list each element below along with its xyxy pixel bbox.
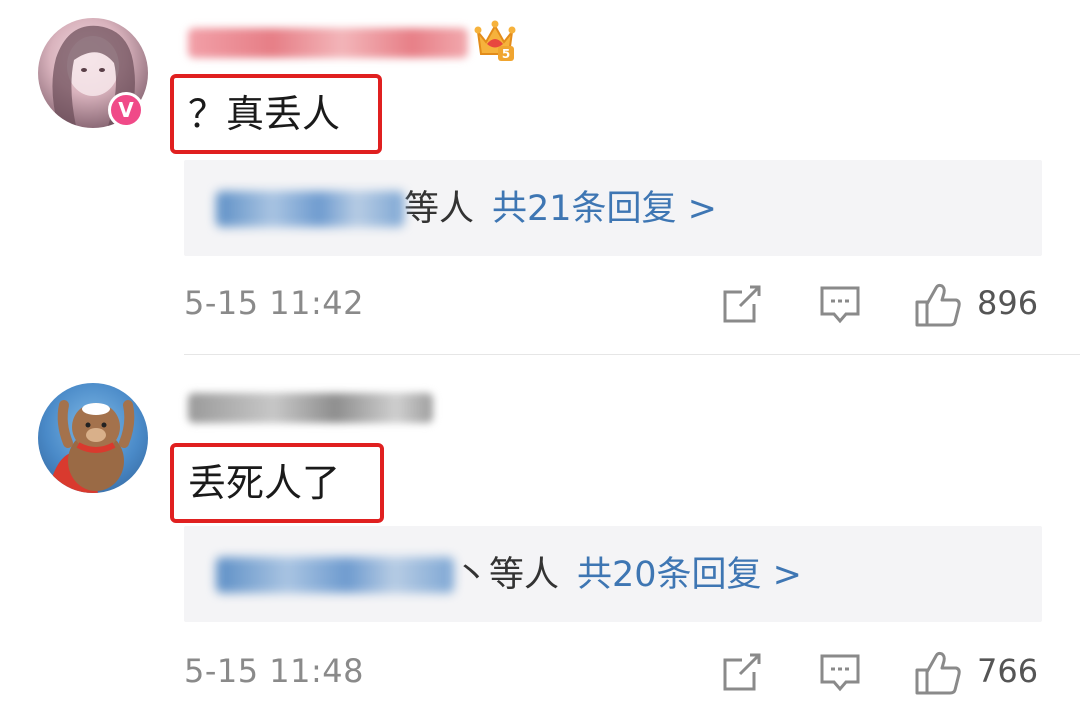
timestamp: 5-15 11:48 [184,652,365,690]
reply-suffix: 丶等人 [454,555,560,595]
divider [184,354,1080,355]
comment-text: 丢死人了 [170,443,384,523]
username-blurred[interactable] [188,393,433,423]
thumbs-up-icon[interactable] [914,650,962,700]
like-count: 896 [977,284,1039,322]
thumbs-up-icon[interactable] [914,282,962,332]
share-icon[interactable] [720,282,764,330]
avatar[interactable] [38,383,148,493]
timestamp: 5-15 11:42 [184,284,365,322]
reply-summary[interactable]: 等人 共21条回复 > [184,160,1042,256]
comment-actions: 5-15 11:48 766 [184,648,1044,698]
vip-badge-icon: V [108,92,144,128]
replier-names-blurred[interactable] [216,557,454,593]
view-replies-link[interactable]: 共21条回复 > [492,189,717,229]
reply-suffix: 等人 [404,189,475,229]
crown-level-icon: 5 [474,18,516,62]
view-replies-link[interactable]: 共20条回复 > [577,555,802,595]
svg-text:5: 5 [502,47,510,61]
comment-item: 丢死人了 丶等人 共20条回复 > 5-15 11:48 766 [0,356,1080,708]
comment-actions: 5-15 11:42 896 [184,280,1044,330]
comment-icon[interactable] [818,282,862,330]
replier-names-blurred[interactable] [216,191,404,227]
share-icon[interactable] [720,650,764,698]
comment-item: V 5 ？真丢人 等人 共21条回复 > 5-15 11:42 896 [0,0,1080,355]
like-count: 766 [977,652,1039,690]
username-blurred[interactable] [188,28,468,58]
comment-icon[interactable] [818,650,862,698]
reply-summary[interactable]: 丶等人 共20条回复 > [184,526,1042,622]
comment-text: ？真丢人 [170,74,382,154]
